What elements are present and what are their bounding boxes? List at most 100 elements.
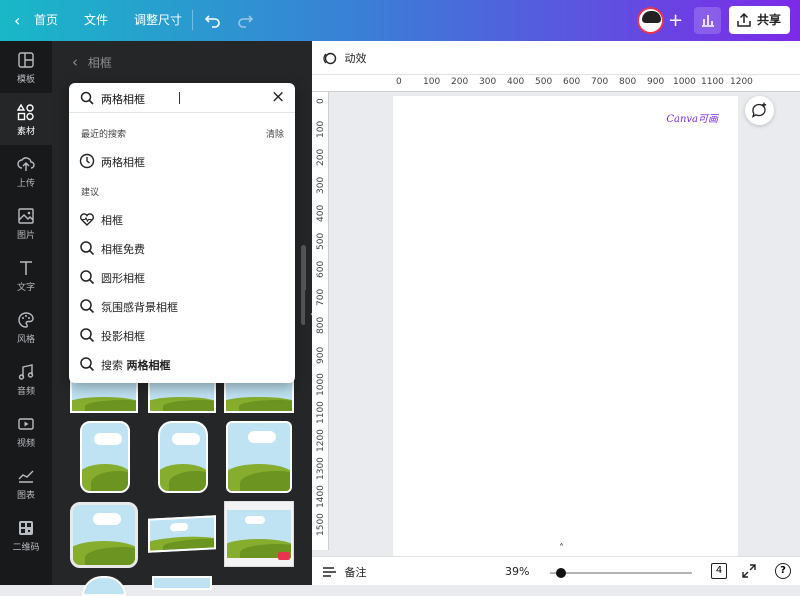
sidebar-item-label: 上传 — [16, 179, 35, 189]
search-icon — [80, 328, 95, 343]
sidebar-item-label: 文字 — [16, 283, 35, 293]
help-button[interactable]: ? — [775, 563, 791, 579]
canva-watermark-logo: Canva可画 — [666, 114, 718, 125]
page-count-button[interactable]: 4 — [711, 563, 727, 579]
zoom-level[interactable]: 39% — [505, 565, 529, 578]
search-input[interactable]: 两格相框 — [101, 91, 145, 107]
search-for-term[interactable]: 搜索 两格相框 — [69, 349, 295, 378]
frame-thumbnail[interactable] — [158, 421, 208, 493]
add-comment-button[interactable] — [745, 96, 774, 125]
upload-icon — [17, 157, 35, 171]
clear-recent-button[interactable]: 清除 — [266, 127, 284, 140]
frame-thumbnail[interactable] — [70, 502, 138, 568]
text-icon — [20, 261, 32, 275]
top-bar: ‹ 首页 文件 调整尺寸 + 共享 — [0, 0, 800, 41]
sidebar-item-label: 风格 — [16, 335, 35, 345]
panel-back-button[interactable]: ‹ 相框 — [72, 53, 112, 71]
suggestion-item[interactable]: 相框免费 — [69, 233, 295, 262]
file-menu-button[interactable]: 文件 — [84, 0, 108, 41]
bar-chart-icon — [701, 15, 714, 27]
sidebar-item-label: 图片 — [16, 231, 35, 241]
animate-label: 动效 — [344, 52, 367, 65]
resize-button[interactable]: 调整尺寸 — [134, 0, 182, 41]
search-icon — [80, 270, 95, 285]
sidebar-item-uploads[interactable]: 上传 — [0, 145, 52, 197]
ruler-tick-label: 1100 — [316, 401, 326, 424]
notes-button[interactable]: 备注 — [322, 564, 367, 580]
video-icon — [18, 418, 34, 430]
sidebar-item-templates[interactable]: 模板 — [0, 41, 52, 93]
redo-icon — [238, 15, 254, 28]
zoom-slider[interactable] — [550, 568, 692, 578]
notes-icon — [323, 566, 336, 577]
ruler-tick-label: 500 — [316, 232, 326, 250]
sidebar-item-elements[interactable]: 素材 — [0, 93, 52, 145]
ruler-tick-label: 1100 — [701, 77, 724, 87]
sidebar-item-charts[interactable]: 图表 — [0, 457, 52, 509]
sidebar-item-photos[interactable]: 图片 — [0, 197, 52, 249]
frame-thumbnail[interactable] — [80, 421, 130, 493]
close-icon[interactable]: × — [271, 87, 285, 107]
search-dropdown: 两格相框 × 最近的搜索 清除 两格相框 建议 相框 相框免费 圆形相框 氛围感… — [69, 83, 295, 383]
page-count: 4 — [715, 565, 723, 576]
zoom-slider-handle[interactable] — [555, 568, 566, 578]
suggestion-item[interactable]: 圆形相框 — [69, 262, 295, 291]
sidebar-item-qrcode[interactable]: 二维码 — [0, 509, 52, 561]
search-term: 两格相框 — [126, 359, 171, 372]
suggestion-label: 相框 — [101, 214, 123, 227]
template-icon — [18, 52, 34, 68]
ruler-tick-label: 1000 — [673, 77, 696, 87]
insights-button[interactable] — [694, 7, 721, 34]
music-icon — [18, 364, 34, 380]
qrcode-icon — [19, 521, 33, 535]
share-label: 共享 — [757, 13, 782, 27]
sidebar-item-text[interactable]: 文字 — [0, 249, 52, 301]
frame-thumbnail[interactable] — [224, 501, 294, 567]
ruler-tick-label: 900 — [647, 77, 665, 87]
sidebar-item-video[interactable]: 视频 — [0, 405, 52, 457]
sidebar-item-label: 视频 — [16, 439, 35, 449]
heart-icon — [80, 213, 94, 226]
suggestion-item[interactable]: 投影相框 — [69, 320, 295, 349]
sidebar-item-audio[interactable]: 音频 — [0, 353, 52, 405]
ruler-tick-label: 1400 — [316, 485, 326, 508]
frame-thumbnail[interactable] — [152, 576, 212, 590]
ruler-tick-label: 400 — [507, 77, 525, 87]
search-prefix: 搜索 — [101, 359, 123, 372]
frame-thumbnail[interactable] — [82, 576, 126, 596]
suggestion-label: 投影相框 — [101, 330, 145, 343]
suggestion-item[interactable]: 氛围感背景相框 — [69, 291, 295, 320]
design-page[interactable]: Canva可画 — [393, 96, 738, 556]
frame-thumbnail[interactable] — [148, 515, 216, 553]
redo-button[interactable] — [236, 0, 256, 41]
add-member-button[interactable]: + — [668, 0, 683, 41]
undo-button[interactable] — [204, 0, 224, 41]
home-button[interactable]: 首页 — [34, 0, 58, 41]
suggestion-label: 氛围感背景相框 — [101, 301, 178, 314]
fullscreen-icon — [742, 564, 756, 578]
ruler-tick-label: 0 — [316, 98, 326, 104]
recent-search-item[interactable]: 两格相框 — [69, 146, 295, 175]
ruler-tick-label: 700 — [316, 288, 326, 306]
chart-icon — [18, 470, 34, 483]
ruler-tick-label: 1500 — [316, 513, 326, 536]
text-cursor — [179, 92, 180, 104]
suggestion-item[interactable]: 相框 — [69, 204, 295, 233]
chevron-left-icon: ‹ — [72, 53, 78, 71]
user-avatar[interactable] — [637, 7, 664, 34]
heart-icon — [278, 552, 290, 560]
help-icon: ? — [780, 565, 786, 576]
frame-thumbnail[interactable] — [226, 421, 292, 493]
ruler-tick-label: 900 — [316, 346, 326, 364]
horizontal-ruler: 0 100 200 300 400 500 600 700 800 900 10… — [312, 75, 800, 92]
chevron-left-icon[interactable]: ‹ — [14, 0, 20, 41]
fullscreen-button[interactable] — [742, 564, 756, 581]
search-icon — [80, 241, 95, 256]
sidebar-item-styles[interactable]: 风格 — [0, 301, 52, 353]
share-button[interactable]: 共享 — [729, 6, 790, 34]
sidebar: 模板 素材 上传 图片 文字 风格 音频 视频 图表 二维码 — [0, 41, 52, 585]
animate-button[interactable]: 动效 — [322, 50, 367, 66]
ruler-tick-label: 1200 — [730, 77, 753, 87]
ruler-tick-label: 300 — [479, 77, 497, 87]
panel-title: 相框 — [87, 56, 112, 70]
